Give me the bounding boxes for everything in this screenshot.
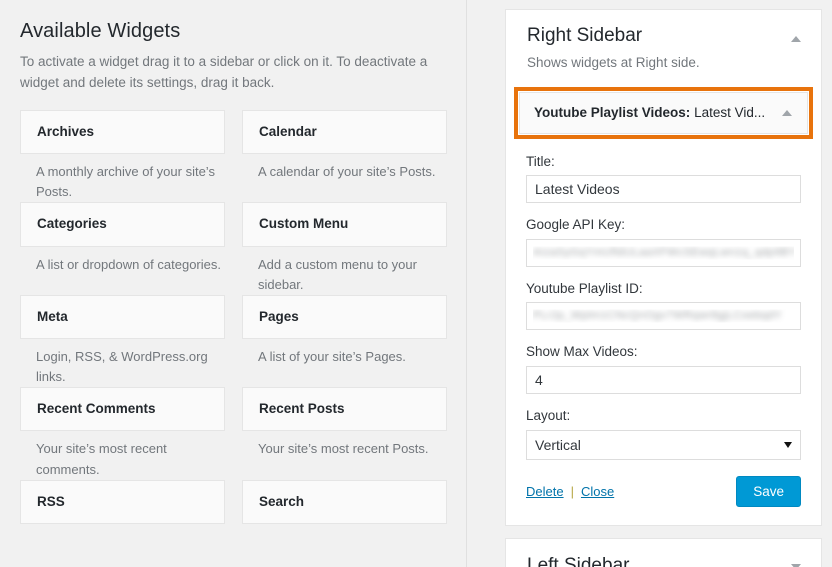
field-label: Show Max Videos: — [526, 344, 638, 360]
available-widget-calendar[interactable]: Calendar — [242, 109, 447, 155]
chevron-up-glyph — [782, 109, 792, 116]
right-sidebar-description: Shows widgets at Right side. — [527, 54, 700, 70]
column-divider — [466, 0, 467, 567]
field-label: Youtube Playlist ID: — [526, 280, 643, 296]
available-widget-rss[interactable]: RSS — [20, 479, 225, 524]
left-sidebar-panel[interactable]: Left Sidebar — [505, 538, 822, 567]
youtube-playlist-widget-header[interactable]: Youtube Playlist Videos: Latest Vid... — [519, 91, 808, 134]
chevron-down-icon[interactable] — [787, 558, 805, 567]
widget-highlight-box: Youtube Playlist Videos: Latest Vid... — [514, 86, 813, 139]
right-sidebar-panel: Right Sidebar Shows widgets at Right sid… — [505, 9, 822, 527]
available-widgets-description: To activate a widget drag it to a sideba… — [20, 54, 428, 90]
action-separator: | — [570, 483, 574, 499]
field-label: Title: — [526, 153, 555, 169]
widget-description: A calendar of your site’s Posts. — [258, 164, 436, 180]
widget-cell: Custom Menu Add a custom menu to your sid… — [242, 202, 447, 294]
widget-cell: Recent Posts Your site’s most recent Post… — [242, 387, 447, 479]
chevron-up-icon[interactable] — [779, 105, 795, 121]
widget-card-title: Calendar — [259, 123, 317, 139]
widget-cell: Search — [242, 479, 447, 524]
redacted-input-wrap: AIzaSyGqYmUfldULaaXFWcSEwqLwn1q_qdp9BY — [526, 238, 801, 267]
available-widgets-panel: Available Widgets To activate a widget d… — [0, 0, 467, 567]
widget-card-title: Archives — [37, 123, 95, 139]
available-widget-categories[interactable]: Categories — [20, 202, 225, 247]
available-widget-recent-posts[interactable]: Recent Posts — [242, 387, 447, 432]
chevron-up-icon[interactable] — [787, 30, 805, 48]
widget-cell: Recent Comments Your site’s most recent c… — [20, 387, 225, 479]
widget-header-label: Youtube Playlist Videos: Latest Vid... — [534, 105, 765, 121]
layout-field: Layout: Vertical — [526, 407, 801, 460]
widget-card-title: RSS — [37, 493, 65, 509]
close-link[interactable]: Close — [581, 484, 614, 499]
widget-cell: Meta Login, RSS, & WordPress.org links. — [20, 294, 225, 387]
widget-cell: Calendar A calendar of your site’s Posts. — [242, 109, 447, 202]
youtube-playlist-widget-form: Title: Google API Key: AIzaSyGqYmUfldULaaX… — [506, 139, 821, 525]
layout-select-wrap: Vertical — [526, 429, 801, 460]
right-sidebar-title: Right Sidebar — [527, 25, 643, 46]
available-widget-recent-comments[interactable]: Recent Comments — [20, 387, 225, 432]
available-widget-archives[interactable]: Archives — [20, 109, 225, 155]
widget-description: A monthly archive of your site’s Posts. — [36, 164, 215, 200]
sidebars-panel: Right Sidebar Shows widgets at Right sid… — [496, 0, 832, 567]
page-title: Available Widgets — [20, 20, 181, 42]
widget-cell: Categories A list or dropdown of categori… — [20, 202, 225, 294]
layout-select[interactable]: Vertical — [526, 429, 801, 460]
redacted-input-wrap: PLr2p_Wplm1CNcQnOgv7WRqwr8gjLCoebqdY — [526, 302, 801, 331]
widget-cell: RSS — [20, 479, 225, 524]
widget-grid: Archives A monthly archive of your site’s… — [20, 109, 447, 524]
widget-card-title: Search — [259, 493, 305, 509]
available-widget-meta[interactable]: Meta — [20, 294, 225, 339]
right-sidebar-header: Right Sidebar Shows widgets at Right sid… — [506, 24, 821, 73]
widget-description: A list or dropdown of categories. — [36, 256, 221, 272]
widget-cell: Pages A list of your site’s Pages. — [242, 294, 447, 387]
widget-cell: Archives A monthly archive of your site’s… — [20, 109, 225, 202]
field-group: Show Max Videos: — [526, 343, 801, 395]
chevron-up-glyph — [791, 36, 801, 42]
widget-card-title: Categories — [37, 216, 107, 232]
widget-description: Add a custom menu to your sidebar. — [258, 256, 417, 292]
widget-card-title: Custom Menu — [259, 216, 349, 232]
left-sidebar-header: Left Sidebar — [506, 554, 821, 567]
field-group: Google API Key: AIzaSyGqYmUfldULaaXFWcSEw… — [526, 216, 801, 267]
title-input[interactable] — [526, 175, 801, 204]
widget-card-title: Recent Posts — [259, 401, 345, 417]
widget-actions: Delete | Close Save — [526, 475, 801, 508]
show-max-videos-input[interactable] — [526, 366, 801, 395]
field-group: Youtube Playlist ID: PLr2p_Wplm1CNcQnOgv7… — [526, 280, 801, 331]
left-sidebar-title: Left Sidebar — [527, 555, 630, 567]
widget-action-links: Delete | Close — [526, 484, 614, 499]
field-group: Title: — [526, 153, 801, 204]
available-widget-pages[interactable]: Pages — [242, 294, 447, 339]
widget-description: Your site’s most recent comments. — [36, 441, 167, 477]
widget-name: Youtube Playlist Videos: — [534, 104, 691, 120]
form-fields: Title: Google API Key: AIzaSyGqYmUfldULaaX… — [526, 153, 801, 395]
available-widget-search[interactable]: Search — [242, 479, 447, 524]
widget-description: Your site’s most recent Posts. — [258, 441, 429, 457]
widget-instance-title: Latest Vid... — [694, 104, 766, 120]
widget-card-title: Meta — [37, 308, 68, 324]
widget-description: Login, RSS, & WordPress.org links. — [36, 348, 208, 385]
widget-card-title: Recent Comments — [37, 401, 156, 417]
available-widget-custom-menu[interactable]: Custom Menu — [242, 202, 447, 247]
youtube-playlist-id-input[interactable] — [526, 302, 801, 331]
delete-link[interactable]: Delete — [526, 484, 564, 499]
widget-description: A list of your site’s Pages. — [258, 348, 406, 364]
google-api-key-input[interactable] — [526, 238, 801, 267]
layout-label: Layout: — [526, 408, 571, 424]
save-button[interactable]: Save — [736, 475, 801, 508]
field-label: Google API Key: — [526, 217, 626, 233]
widget-card-title: Pages — [259, 308, 299, 324]
